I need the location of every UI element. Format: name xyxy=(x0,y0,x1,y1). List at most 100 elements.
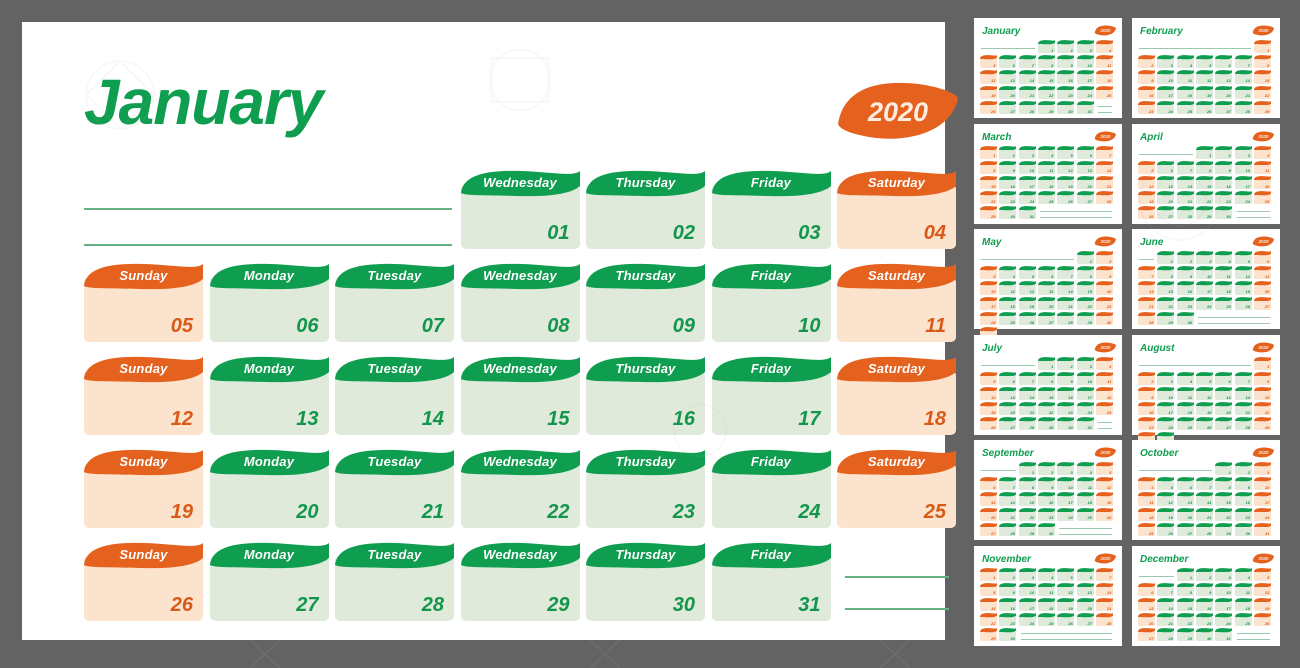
day-cell[interactable]: Thursday 23 xyxy=(586,449,705,528)
mini-day-banner xyxy=(999,70,1017,75)
mini-day-cell: 8 xyxy=(1215,477,1233,491)
mini-year-badge: 2020 xyxy=(1094,236,1116,247)
mini-day-banner xyxy=(1138,582,1155,588)
mini-month-january[interactable]: January 2020 1 2 3 4 5 6 7 8 9 10 11 12 13 14 15 16 17 18 19… xyxy=(974,18,1122,118)
day-cell[interactable]: Saturday 25 xyxy=(837,449,956,528)
day-cell[interactable]: Tuesday 07 xyxy=(335,263,454,342)
mini-day-number: 19 xyxy=(1149,198,1154,204)
mini-month-february[interactable]: February 2020 1 2 3 4 5 6 7 8 9 10 11 12 13 14 15 16 17 18 1… xyxy=(1132,18,1280,118)
leaf-banner-icon xyxy=(1157,417,1175,422)
mini-day-number: 23 xyxy=(1010,620,1015,626)
mini-month-march[interactable]: March 2020 1 2 3 4 5 6 7 8 9 10 11 12 13 14 15 16 17 18 19 20… xyxy=(974,123,1122,224)
mini-month-title: May xyxy=(982,237,1002,248)
day-number: 10 xyxy=(798,315,821,337)
mini-day-banner xyxy=(1037,191,1055,196)
mini-day-banner xyxy=(1215,160,1233,166)
day-cell[interactable]: Monday 06 xyxy=(209,263,329,342)
mini-week-row: 12 13 14 15 16 17 18 xyxy=(980,387,1116,402)
mini-day-cell: 11 xyxy=(1215,266,1233,280)
mini-month-april[interactable]: April 2020 1 2 3 4 5 6 7 8 9 10 11 12 13 14 15 16 17 18 19 20… xyxy=(1132,123,1280,224)
mini-day-cell: 16 xyxy=(1057,387,1075,401)
day-cell[interactable]: Saturday 11 xyxy=(837,263,956,342)
day-cell[interactable]: Wednesday 29 xyxy=(460,542,580,621)
mini-day-number: 31 xyxy=(1029,214,1035,220)
mini-day-banner xyxy=(980,191,997,196)
mini-month-july[interactable]: July 2020 1 2 3 4 5 6 7 8 9 10 11 12 13 14 15 16 17 18 19 20 2… xyxy=(974,334,1122,435)
mini-day-cell: 4 xyxy=(999,266,1017,280)
mini-month-august[interactable]: August 2020 1 2 3 4 5 6 7 8 9 10 11 12 13 14 15 16 17 18 19 2… xyxy=(1132,334,1280,446)
day-cell[interactable]: Thursday 30 xyxy=(586,542,705,621)
mini-day-cell: 29 xyxy=(1253,417,1271,431)
day-cell[interactable]: Wednesday 15 xyxy=(460,356,580,435)
mini-day-number: 28 xyxy=(1206,530,1212,536)
mini-day-number: 4 xyxy=(1189,379,1193,385)
day-cell[interactable]: Friday 10 xyxy=(711,263,831,342)
mini-month-may[interactable]: May 2020 1 2 3 4 5 6 7 8 9 10 11 12 13 14 15 16 17 18 19 20 21… xyxy=(974,229,1122,341)
mini-month-november[interactable]: November 2020 1 2 3 4 5 6 7 8 9 10 11 12 13 14 15 16 17 18 1… xyxy=(974,545,1122,646)
day-cell[interactable]: Sunday 12 xyxy=(84,356,203,435)
mini-day-banner xyxy=(1018,598,1036,603)
mini-day-number: 23 xyxy=(1149,425,1154,431)
mini-day-number: 31 xyxy=(1087,425,1092,431)
mini-day-cell: 4 xyxy=(1095,356,1113,370)
mini-month-june[interactable]: June 2020 1 2 3 4 5 6 7 8 9 10 11 12 13 14 15 16 17 18 19 20 2… xyxy=(1132,229,1280,329)
mini-day-number: 12 xyxy=(1149,183,1154,189)
day-cell[interactable]: Saturday 04 xyxy=(837,170,956,249)
mini-day-banner xyxy=(1234,582,1252,588)
day-cell[interactable]: Sunday 26 xyxy=(84,542,203,621)
day-cell[interactable]: Monday 20 xyxy=(209,449,329,528)
day-cell[interactable]: Thursday 02 xyxy=(586,170,705,249)
mini-day-number: 3 xyxy=(1170,379,1173,385)
mini-week-row: 12345 xyxy=(1138,567,1274,583)
day-cell[interactable]: Wednesday 08 xyxy=(460,263,580,342)
leaf-banner-icon xyxy=(1076,70,1094,75)
leaf-banner-icon xyxy=(1234,176,1252,181)
day-cell[interactable]: Sunday 19 xyxy=(84,449,203,528)
mini-day-number: 20 xyxy=(1168,198,1173,204)
day-cell[interactable]: Friday 17 xyxy=(711,356,831,435)
day-cell[interactable]: Thursday 09 xyxy=(586,263,705,342)
day-cell[interactable]: Saturday 18 xyxy=(837,356,956,435)
day-cell[interactable]: Tuesday 21 xyxy=(335,449,454,528)
mini-day-number: 12 xyxy=(1068,168,1073,174)
day-cell[interactable]: Wednesday 01 xyxy=(460,170,580,249)
mini-day-banner xyxy=(1037,462,1055,467)
mini-day-banner xyxy=(1076,100,1094,106)
mini-day-banner xyxy=(1234,160,1252,166)
mini-day-number: 1 xyxy=(1031,469,1035,475)
mini-month-december[interactable]: December 2020 1 2 3 4 5 6 7 8 9 10 11 12 13 14 15 16 17 18 1… xyxy=(1132,545,1280,646)
mini-day-cell: 3 xyxy=(980,266,997,280)
day-cell[interactable]: Tuesday 28 xyxy=(335,542,454,621)
leaf-banner-icon xyxy=(1076,266,1094,271)
day-cell[interactable]: Monday 13 xyxy=(209,356,329,435)
mini-day-number: 18 xyxy=(1149,515,1154,521)
day-cell[interactable]: Friday 03 xyxy=(711,170,831,249)
mini-day-banner xyxy=(1195,296,1213,302)
mini-month-title: January xyxy=(982,26,1021,37)
day-cell[interactable]: Wednesday 22 xyxy=(460,449,580,528)
day-cell[interactable]: Tuesday 14 xyxy=(335,356,454,435)
mini-day-cell: 25 xyxy=(999,311,1017,325)
mini-day-banner xyxy=(1037,266,1055,271)
day-cell[interactable]: Friday 31 xyxy=(711,542,831,621)
mini-day-cell: 13 xyxy=(1037,281,1055,295)
mini-day-number: 16 xyxy=(1068,78,1073,84)
day-cell[interactable]: Monday 27 xyxy=(209,542,329,621)
mini-month-october[interactable]: October 2020 1 2 3 4 5 6 7 8 9 10 11 12 13 14 15 16 17 18 19… xyxy=(1132,440,1280,540)
mini-day-banner xyxy=(1076,251,1094,256)
day-name-label: Monday xyxy=(243,267,295,283)
mini-day-banner xyxy=(1057,356,1075,362)
mini-day-cell: 16 xyxy=(999,598,1017,612)
day-cell[interactable]: Sunday 05 xyxy=(84,263,203,342)
mini-day-number: 6 xyxy=(993,484,996,490)
mini-day-cell: 11 xyxy=(1253,160,1271,174)
mini-day-banner xyxy=(1057,160,1075,166)
mini-week-row: 123456 xyxy=(1138,251,1274,266)
mini-day-number: 10 xyxy=(1245,168,1250,174)
leaf-banner-icon xyxy=(980,417,997,422)
day-cell[interactable]: Friday 24 xyxy=(711,449,831,528)
day-cell[interactable]: Thursday 16 xyxy=(586,356,705,435)
mini-month-september[interactable]: September 2020 1 2 3 4 5 6 7 8 9 10 11 12 13 14 15 16 17 18… xyxy=(974,440,1122,540)
mini-day-cell: 20 xyxy=(1253,281,1271,295)
mini-day-banner xyxy=(1018,402,1036,407)
